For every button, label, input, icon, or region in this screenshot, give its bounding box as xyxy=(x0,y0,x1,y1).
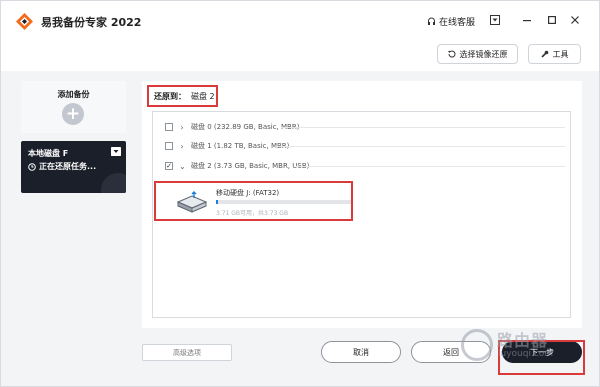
back-button[interactable]: 返回 xyxy=(411,341,491,363)
close-icon xyxy=(571,16,579,24)
select-image-restore-label: 选择镜像还原 xyxy=(459,49,508,59)
row-divider xyxy=(296,166,565,167)
menu-button[interactable] xyxy=(487,12,503,28)
disk-row-0[interactable]: › 磁盘 0 (232.89 GB, Basic, MBR) xyxy=(165,121,299,133)
tools-button[interactable]: 工具 xyxy=(528,44,581,64)
row-divider xyxy=(275,146,565,147)
minimize-button[interactable] xyxy=(519,12,535,28)
partition-usage-fill xyxy=(216,200,219,204)
disk-0-checkbox[interactable] xyxy=(165,123,173,131)
next-highlight-frame xyxy=(498,340,585,375)
row-divider xyxy=(281,127,565,128)
close-button[interactable] xyxy=(567,12,583,28)
online-support-button[interactable]: 在线客服 xyxy=(427,15,475,28)
usb-drive-icon xyxy=(176,191,208,213)
backup-task-card[interactable]: 本地磁盘 F 正在还原任务... xyxy=(21,141,126,193)
select-image-restore-button[interactable]: 选择镜像还原 xyxy=(437,44,518,64)
toolbar: 选择镜像还原 工具 xyxy=(1,41,599,71)
app-title: 易我备份专家 2022 xyxy=(41,16,142,29)
add-backup-label: 添加备份 xyxy=(57,90,90,99)
restore-target-header: 还原到： 磁盘 2 xyxy=(147,85,218,107)
restore-to-label: 还原到： xyxy=(154,91,186,101)
disk-row-1[interactable]: › 磁盘 1 (1.82 TB, Basic, MBR) xyxy=(165,140,289,152)
plus-icon: + xyxy=(62,103,84,125)
app-window: 易我备份专家 2022 在线客服 选择镜像还原 工具 添加备份 + 本地磁盘 F… xyxy=(0,0,600,387)
chevron-right-icon[interactable]: › xyxy=(179,123,185,132)
task-status-text: 正在还原任务... xyxy=(39,162,97,171)
title-bar: 易我备份专家 2022 在线客服 xyxy=(1,1,599,41)
maximize-button[interactable] xyxy=(544,12,560,28)
disk-decoration-icon xyxy=(101,173,126,193)
cancel-button[interactable]: 取消 xyxy=(321,341,401,363)
disk-2-checkbox[interactable]: ✓ xyxy=(165,162,173,170)
partition-name: 移动硬盘 J: (FAT32) xyxy=(216,189,280,197)
clock-icon xyxy=(28,162,36,171)
partition-usage-bar xyxy=(216,200,351,204)
headset-icon xyxy=(428,17,435,25)
restore-target-value: 磁盘 2 xyxy=(191,91,215,101)
chevron-down-icon[interactable]: ⌄ xyxy=(179,162,186,171)
disk-row-2[interactable]: ✓ ⌄ 磁盘 2 (3.73 GB, Basic, MBR, USB) xyxy=(165,160,309,172)
easeus-logo-icon xyxy=(16,13,33,30)
disk-2-label: 磁盘 2 (3.73 GB, Basic, MBR, USB) xyxy=(191,162,310,170)
tools-label: 工具 xyxy=(552,49,569,59)
chevron-right-icon[interactable]: › xyxy=(179,142,185,151)
restore-icon xyxy=(447,50,455,58)
support-label: 在线客服 xyxy=(439,18,476,28)
task-title: 本地磁盘 F xyxy=(28,149,69,158)
minimize-icon xyxy=(523,20,531,22)
disk-1-checkbox[interactable] xyxy=(165,142,173,150)
task-status: 正在还原任务... xyxy=(28,161,96,172)
maximize-icon xyxy=(548,16,556,24)
partition-item[interactable]: 移动硬盘 J: (FAT32) 3.71 GB可用，共3.73 GB xyxy=(154,181,353,221)
menu-icon xyxy=(490,15,500,25)
wrench-icon xyxy=(540,50,548,58)
advanced-options-button[interactable]: 高级选项 xyxy=(142,344,232,361)
task-menu-icon[interactable] xyxy=(111,147,121,156)
partition-size: 3.71 GB可用，共3.73 GB xyxy=(216,210,289,217)
add-backup-button[interactable]: 添加备份 + xyxy=(21,81,126,133)
